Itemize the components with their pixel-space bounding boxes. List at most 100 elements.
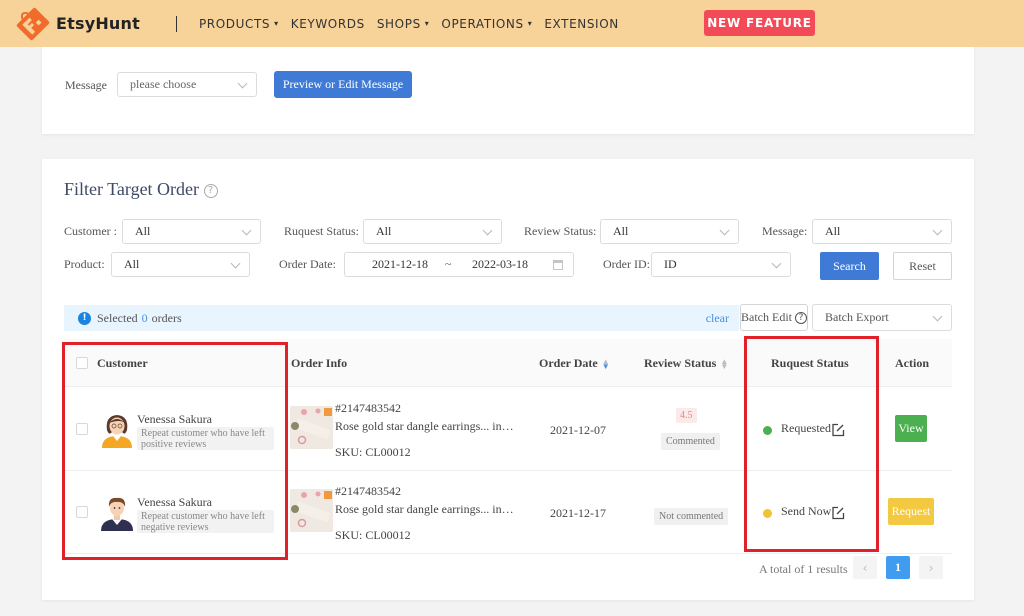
nav-extension-label: EXTENSION — [544, 16, 619, 31]
clear-selection-link[interactable]: clear — [706, 311, 729, 326]
col-order-date-label: Order Date — [539, 356, 598, 370]
customer-filter-select[interactable]: All — [122, 219, 261, 244]
product-sku: SKU: CL00012 — [335, 445, 411, 459]
female-avatar-icon — [102, 415, 132, 448]
order-id-value: ID — [664, 257, 677, 271]
rating-badge: 4.5 — [676, 408, 697, 423]
reset-button[interactable]: Reset — [893, 252, 952, 280]
customer-filter-value: All — [135, 224, 151, 238]
date-separator: ~ — [445, 257, 452, 271]
table-row: Venessa Sakura Repeat customer who have … — [64, 471, 952, 554]
help-icon[interactable]: ? — [795, 311, 807, 324]
batch-export-select[interactable]: Batch Export — [812, 304, 952, 331]
product-thumbnail[interactable] — [290, 406, 333, 449]
row-checkbox[interactable] — [76, 423, 88, 435]
product-filter-label: Product: — [64, 257, 105, 271]
nav-keywords[interactable]: KEYWORDS — [291, 17, 365, 31]
col-action: Action — [895, 356, 929, 370]
status-dot — [763, 426, 772, 435]
page-1-button[interactable]: 1 — [886, 556, 910, 579]
col-review-status[interactable]: Review Status ▲ ▼ — [644, 356, 728, 371]
review-status-filter-value: All — [613, 224, 629, 238]
nav-shops-label: SHOPS — [376, 16, 421, 31]
product-thumbnail[interactable] — [290, 489, 333, 532]
order-date-label: Order Date: — [279, 257, 336, 271]
row-checkbox[interactable] — [76, 506, 88, 518]
nav-keywords-label: KEYWORDS — [290, 16, 365, 31]
product-sku: SKU: CL00012 — [335, 528, 411, 542]
selection-bar: ! Selected 0 orders clear — [64, 305, 739, 331]
customer-tag: Repeat customer who have left negative r… — [137, 510, 274, 533]
chevron-down-icon — [932, 311, 943, 322]
chevron-down-icon: ▾ — [274, 19, 279, 28]
page-title: Filter Target Order ? — [64, 179, 218, 200]
request-status: Requested — [781, 421, 831, 435]
chevron-down-icon — [241, 225, 252, 236]
product-name: Rose gold star dangle earrings... in… — [335, 419, 514, 433]
date-end[interactable]: 2022-03-18 — [472, 257, 528, 272]
batch-export-label: Batch Export — [825, 310, 889, 324]
view-button[interactable]: View — [895, 415, 927, 442]
customer-tag: Repeat customer who have left positive r… — [137, 427, 274, 450]
order-date: 2021-12-07 — [550, 423, 606, 437]
chevron-down-icon — [230, 258, 241, 269]
selected-prefix: Selected — [97, 310, 138, 325]
request-status-filter-label: Ruquest Status: — [284, 224, 360, 238]
total-results: A total of 1 results — [759, 562, 848, 576]
message-filter-label: Message: — [762, 224, 808, 238]
top-nav: EtsyHunt PRODUCTS ▾ KEYWORDS SHOPS ▾ OPERA… — [0, 0, 1024, 47]
order-id-select[interactable]: ID — [651, 252, 791, 277]
message-select[interactable]: please choose — [117, 72, 257, 97]
request-status-filter-select[interactable]: All — [363, 219, 502, 244]
order-date-range-picker[interactable]: 2021-12-18 ~ 2022-03-18 — [344, 252, 574, 277]
product-filter-value: All — [124, 257, 140, 271]
batch-edit-button[interactable]: Batch Edit ? — [740, 304, 808, 331]
etsyhunt-logo-icon — [16, 7, 50, 40]
order-date: 2021-12-17 — [550, 506, 606, 520]
product-filter-select[interactable]: All — [111, 252, 250, 277]
status-dot — [763, 509, 772, 518]
info-icon: ! — [78, 311, 91, 325]
nav-operations-label: OPERATIONS — [441, 16, 524, 31]
order-id-label: Order ID: — [603, 257, 650, 271]
new-feature-button[interactable]: NEW FEATURE — [704, 10, 815, 36]
request-button[interactable]: Request — [888, 498, 934, 525]
next-page-button[interactable]: › — [919, 556, 943, 579]
preview-edit-message-button[interactable]: Preview or Edit Message — [274, 71, 412, 98]
help-icon[interactable]: ? — [203, 183, 218, 198]
message-label: Message — [65, 78, 107, 92]
filter-order-card: Filter Target Order ? Customer : All Ruq… — [42, 159, 974, 600]
col-order-date[interactable]: Order Date ▲ ▼ — [539, 356, 610, 371]
nav-divider — [175, 15, 177, 32]
date-start[interactable]: 2021-12-18 — [372, 257, 428, 272]
sort-icon[interactable]: ▲ ▼ — [602, 358, 610, 371]
customer-name: Venessa Sakura — [137, 412, 212, 426]
chevron-down-icon — [932, 225, 943, 236]
selected-count: 0 — [141, 310, 148, 325]
chevron-down-icon — [482, 225, 493, 236]
order-id[interactable]: #2147483542 — [335, 401, 401, 416]
review-status-badge: Not commented — [654, 508, 729, 525]
col-order-info: Order Info — [291, 356, 348, 370]
review-status-filter-select[interactable]: All — [600, 219, 739, 244]
edit-icon[interactable] — [831, 423, 845, 437]
select-all-checkbox[interactable] — [76, 357, 88, 369]
nav-products[interactable]: PRODUCTS ▾ — [199, 17, 279, 31]
nav-extension[interactable]: EXTENSION — [544, 17, 618, 31]
sort-icon[interactable]: ▲ ▼ — [720, 358, 728, 371]
nav-shops[interactable]: SHOPS ▾ — [377, 17, 430, 31]
logo[interactable]: EtsyHunt — [12, 3, 140, 45]
message-filter-select[interactable]: All — [812, 219, 952, 244]
order-id[interactable]: #2147483542 — [335, 484, 401, 499]
chevron-down-icon: ▾ — [527, 19, 533, 28]
prev-page-button[interactable]: ‹ — [853, 556, 877, 579]
table-row: Venessa Sakura Repeat customer who have … — [64, 388, 952, 471]
edit-icon[interactable] — [831, 506, 845, 520]
search-button[interactable]: Search — [820, 252, 879, 280]
chevron-down-icon — [719, 225, 730, 236]
chevron-down-icon — [771, 258, 782, 269]
customer-filter-label: Customer : — [64, 224, 117, 238]
col-customer: Customer — [97, 356, 148, 370]
filter-title-text: Filter Target Order — [64, 179, 200, 199]
nav-operations[interactable]: OPERATIONS ▾ — [441, 17, 532, 31]
